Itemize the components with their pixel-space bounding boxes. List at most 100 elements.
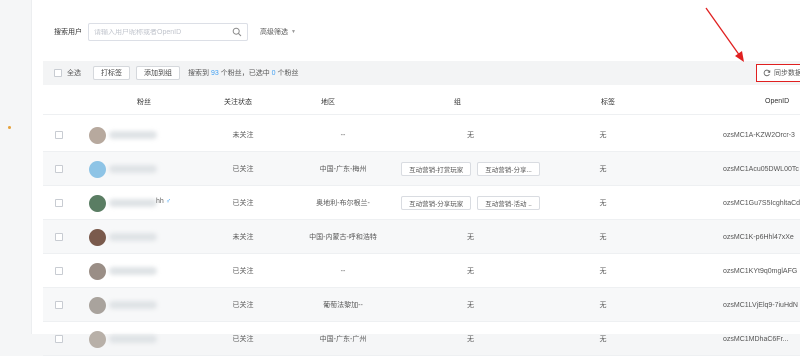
- region: 中国-广东-广州: [319, 336, 367, 343]
- region: 中国-广东-梅州: [319, 166, 367, 173]
- avatar: [89, 127, 106, 144]
- search-input-box[interactable]: [88, 23, 248, 41]
- selected-count: 0: [271, 70, 276, 77]
- header-openid: OpenID: [765, 98, 790, 105]
- table-header: 粉丝 关注状态 地区 组 标签 OpenID: [43, 89, 800, 115]
- blurred-nickname: [109, 165, 157, 173]
- bulk-action-toolbar: 全选 打标签 添加到组 搜索到 93 个粉丝，已选中 0 个粉丝 同步数据: [43, 61, 800, 85]
- openid: ozsMC1Gu7S5IcghltaCd: [723, 199, 800, 207]
- gender-male-icon: ♂: [165, 198, 172, 205]
- region: 葡萄法黎加--: [323, 302, 363, 309]
- found-count: 93: [210, 70, 219, 77]
- search-icon[interactable]: [232, 27, 242, 37]
- tag-cell: 无: [599, 234, 607, 241]
- advanced-filter-dropdown[interactable]: 高级筛选 ▼: [260, 27, 296, 37]
- row-checkbox[interactable]: [55, 165, 63, 173]
- group-cell: 无: [383, 118, 558, 152]
- nickname-wrap: hh ♂: [156, 198, 171, 205]
- row-checkbox[interactable]: [55, 335, 63, 343]
- group-chip[interactable]: 互动营销-分享玩家: [401, 196, 472, 210]
- follow-status: 已关注: [232, 336, 254, 343]
- header-fan: 粉丝: [137, 98, 151, 106]
- avatar: [89, 161, 106, 178]
- openid: ozsMC1A-KZW2Orcr-3: [723, 131, 795, 139]
- region: --: [340, 131, 346, 139]
- search-label: 搜索用户: [54, 29, 82, 36]
- tag-cell: 无: [599, 302, 607, 309]
- openid: ozsMC1MDhaC6Fr...: [723, 335, 789, 343]
- search-input[interactable]: [94, 28, 232, 36]
- region: 中国-内蒙古-呼和浩特: [309, 234, 377, 241]
- openid: ozsMC1LVjElq9-7iuHdN: [723, 301, 798, 309]
- follow-status: 未关注: [232, 234, 254, 241]
- nickname-suffix: hh: [156, 198, 164, 205]
- blurred-nickname: [109, 335, 157, 343]
- openid: ozsMC1K-p6Hhl47xXe: [723, 233, 794, 241]
- select-all-checkbox[interactable]: 全选: [54, 68, 81, 78]
- blurred-nickname: [109, 301, 157, 309]
- table-row[interactable]: 已关注 中国-广东-广州 无 无 ozsMC1MDhaC6Fr...: [43, 322, 800, 356]
- group-none: 无: [467, 302, 474, 309]
- search-row: 搜索用户 高级筛选 ▼: [54, 23, 296, 41]
- row-checkbox[interactable]: [55, 199, 63, 207]
- tag-cell: 无: [599, 268, 607, 275]
- follow-status: 未关注: [232, 132, 254, 139]
- follow-status: 已关注: [232, 166, 254, 173]
- follow-status: 已关注: [232, 268, 254, 275]
- group-cell: 互动营销-分享玩家 互动营销-活动 ..: [383, 186, 558, 220]
- avatar: [89, 229, 106, 246]
- region: 奥地利-布尔根兰-: [316, 200, 370, 207]
- add-to-group-button[interactable]: 添加到组: [136, 66, 180, 80]
- blurred-nickname: [109, 267, 157, 275]
- refresh-icon: [763, 69, 771, 77]
- header-tag: 标签: [601, 98, 615, 106]
- row-checkbox[interactable]: [55, 267, 63, 275]
- table-row[interactable]: hh ♂ 已关注 奥地利-布尔根兰- 互动营销-分享玩家 互动营销-活动 .. 无 ozsMC…: [43, 186, 800, 220]
- group-none: 无: [467, 268, 474, 275]
- group-cell: 互动营销-打赏玩家 互动营销-分享...: [383, 152, 558, 186]
- chevron-down-icon: ▼: [291, 29, 296, 35]
- header-follow-status: 关注状态: [224, 98, 252, 106]
- avatar: [89, 297, 106, 314]
- sync-data-button[interactable]: 同步数据: [756, 64, 800, 82]
- row-checkbox[interactable]: [55, 233, 63, 241]
- left-sidebar-strip: [0, 0, 31, 334]
- row-checkbox[interactable]: [55, 131, 63, 139]
- table-row[interactable]: 已关注 中国-广东-梅州 互动营销-打赏玩家 互动营销-分享... 无 ozsMC1Acu…: [43, 152, 800, 186]
- row-checkbox[interactable]: [55, 301, 63, 309]
- avatar: [89, 195, 106, 212]
- group-cell: 无: [383, 220, 558, 254]
- header-group: 组: [454, 98, 461, 106]
- avatar: [89, 263, 106, 280]
- blurred-nickname: [109, 233, 157, 241]
- table-row[interactable]: 已关注 葡萄法黎加-- 无 无 ozsMC1LVjElq9-7iuHdN: [43, 288, 800, 322]
- group-none: 无: [467, 336, 474, 343]
- tag-cell: 无: [599, 336, 607, 343]
- tag-cell: 无: [599, 200, 607, 207]
- select-all-label: 全选: [67, 70, 81, 77]
- group-cell: 无: [383, 322, 558, 356]
- sidebar-indicator-dot: [8, 126, 11, 129]
- search-summary: 搜索到 93 个粉丝，已选中 0 个粉丝: [188, 70, 299, 77]
- follow-status: 已关注: [232, 200, 254, 207]
- tag-button[interactable]: 打标签: [93, 66, 130, 80]
- table-row[interactable]: 未关注 -- 无 无 ozsMC1A-KZW2Orcr-3: [43, 118, 800, 152]
- group-none: 无: [467, 132, 474, 139]
- group-cell: 无: [383, 254, 558, 288]
- advanced-filter-label: 高级筛选: [260, 29, 288, 36]
- group-chip[interactable]: 互动营销-打赏玩家: [401, 162, 472, 176]
- sync-data-label: 同步数据: [774, 70, 800, 77]
- tag-cell: 无: [599, 132, 607, 139]
- fans-panel: 搜索用户 高级筛选 ▼ 全选 打标签 添加到组 搜索到 93 个粉丝，已选中 0…: [31, 0, 800, 356]
- checkbox-icon[interactable]: [54, 69, 62, 77]
- region: --: [340, 267, 346, 275]
- group-chip[interactable]: 互动营销-活动 ..: [477, 196, 540, 210]
- follow-status: 已关注: [232, 302, 254, 309]
- openid: ozsMC1Acu05DWL00Tc: [723, 165, 799, 173]
- tag-cell: 无: [599, 166, 607, 173]
- table-row[interactable]: 未关注 中国-内蒙古-呼和浩特 无 无 ozsMC1K-p6Hhl47xXe: [43, 220, 800, 254]
- group-chip[interactable]: 互动营销-分享...: [477, 162, 540, 176]
- header-region: 地区: [321, 98, 335, 106]
- table-row[interactable]: 已关注 -- 无 无 ozsMC1KYt9q0mglAFG: [43, 254, 800, 288]
- group-cell: 无: [383, 288, 558, 322]
